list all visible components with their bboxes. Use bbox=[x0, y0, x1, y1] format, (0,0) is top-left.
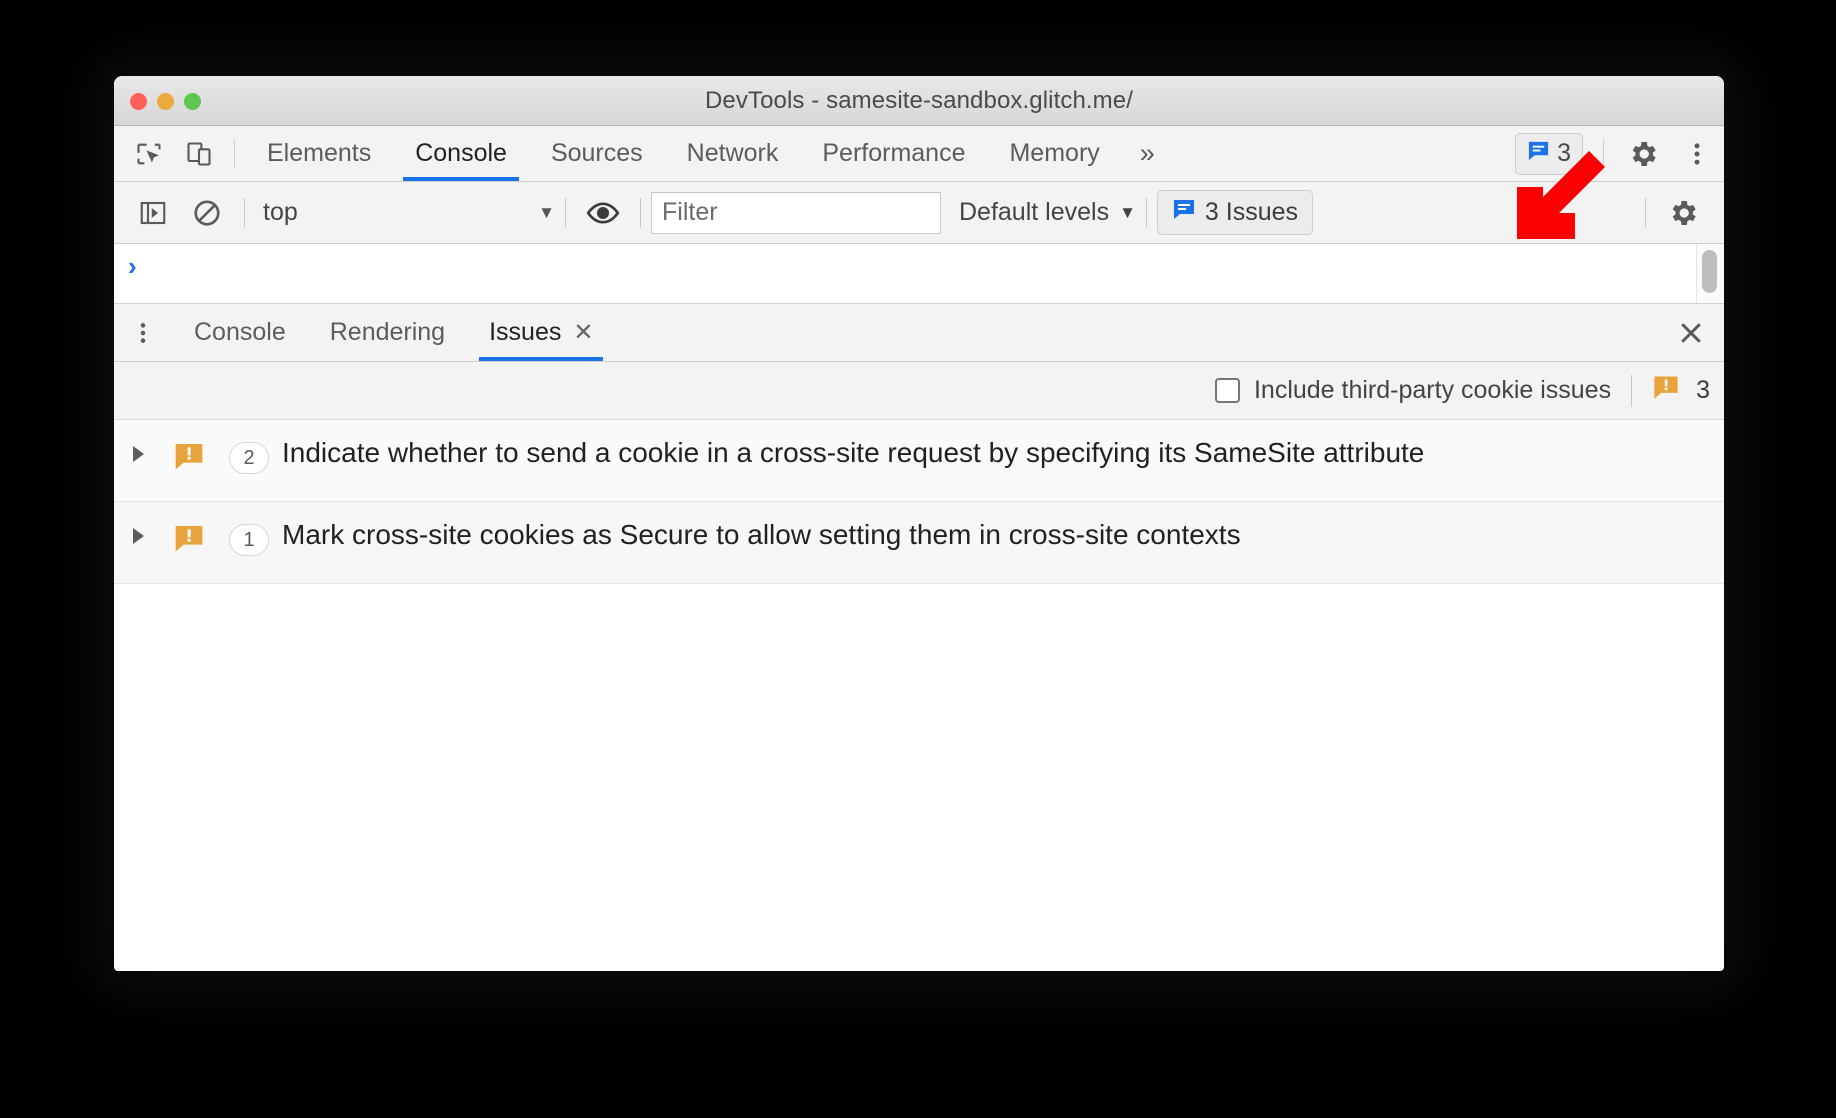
issue-bubble-icon bbox=[1527, 139, 1550, 169]
drawer-tab-rendering[interactable]: Rendering bbox=[308, 304, 467, 361]
devtools-window: DevTools - samesite-sandbox.glitch.me/ E… bbox=[114, 76, 1724, 971]
more-options-icon[interactable] bbox=[1670, 140, 1724, 168]
tabbar-divider bbox=[1603, 138, 1604, 169]
drawer-tabbar-spacer bbox=[615, 304, 1658, 361]
tab-label: Network bbox=[686, 139, 779, 167]
tab-label: Console bbox=[415, 139, 507, 167]
tabbar-spacer bbox=[1173, 126, 1515, 181]
third-party-cookie-checkbox[interactable] bbox=[1214, 378, 1240, 403]
console-toolbar-divider-4 bbox=[1145, 197, 1147, 228]
issue-warning-bubble-icon bbox=[162, 517, 216, 554]
drawer-tab-issues[interactable]: Issues ✕ bbox=[467, 304, 615, 361]
chevron-down-icon: ▼ bbox=[538, 202, 555, 222]
console-prompt-caret: › bbox=[128, 251, 137, 281]
console-toolbar-divider-2 bbox=[565, 197, 566, 228]
issues-count-value: 3 bbox=[1696, 376, 1710, 404]
issues-toolbar-divider bbox=[1631, 374, 1633, 407]
console-message-area[interactable]: › bbox=[114, 244, 1724, 304]
execution-context-value: top bbox=[263, 198, 298, 226]
tabbar-issues-count: 3 bbox=[1557, 139, 1571, 167]
minimize-window-button[interactable] bbox=[157, 92, 174, 110]
close-icon[interactable]: ✕ bbox=[573, 320, 593, 345]
console-scrollbar[interactable] bbox=[1696, 244, 1724, 303]
console-scrollbar-thumb[interactable] bbox=[1702, 250, 1717, 293]
console-toolbar-divider-3 bbox=[640, 197, 641, 228]
console-filter-input[interactable]: Filter bbox=[651, 191, 941, 234]
issues-empty-space bbox=[114, 584, 1724, 884]
issue-bubble-icon bbox=[1172, 197, 1196, 228]
drawer-tab-console[interactable]: Console bbox=[172, 304, 308, 361]
tab-sources[interactable]: Sources bbox=[529, 126, 665, 181]
tabbar-right-actions: 3 bbox=[1515, 126, 1724, 181]
window-titlebar: DevTools - samesite-sandbox.glitch.me/ bbox=[114, 76, 1724, 126]
tab-elements[interactable]: Elements bbox=[245, 126, 393, 181]
tabbar-issues-badge[interactable]: 3 bbox=[1515, 132, 1583, 175]
tab-console[interactable]: Console bbox=[393, 126, 529, 181]
issue-occurrence-count: 1 bbox=[216, 517, 282, 556]
zoom-window-button[interactable] bbox=[184, 92, 201, 110]
drawer-more-tools-icon[interactable] bbox=[114, 304, 172, 361]
console-toolbar-divider-5 bbox=[1645, 197, 1646, 228]
console-toolbar-divider bbox=[244, 197, 245, 228]
log-levels-dropdown[interactable]: Default levels ▼ bbox=[959, 198, 1136, 227]
issue-count-pill: 1 bbox=[229, 524, 269, 556]
issue-occurrence-count: 2 bbox=[216, 435, 282, 474]
device-toolbar-icon[interactable] bbox=[174, 126, 224, 181]
third-party-cookie-label: Include third-party cookie issues bbox=[1253, 376, 1612, 404]
tab-performance[interactable]: Performance bbox=[800, 126, 987, 181]
more-tabs-icon: » bbox=[1139, 138, 1155, 168]
tab-label: Elements bbox=[267, 139, 372, 167]
issue-row[interactable]: 2 Indicate whether to send a cookie in a… bbox=[114, 420, 1724, 502]
drawer-tab-label: Console bbox=[194, 318, 286, 346]
console-sidebar-icon[interactable] bbox=[126, 198, 180, 228]
close-drawer-icon[interactable] bbox=[1658, 304, 1724, 361]
issues-total-count: 3 bbox=[1652, 373, 1710, 408]
clear-console-icon[interactable] bbox=[180, 198, 234, 228]
screenshot-stage: DevTools - samesite-sandbox.glitch.me/ E… bbox=[0, 0, 1836, 1118]
issue-warning-bubble-icon bbox=[162, 435, 216, 472]
live-expression-eye-icon[interactable] bbox=[576, 196, 630, 230]
filter-placeholder: Filter bbox=[662, 198, 718, 226]
tab-label: Sources bbox=[550, 139, 643, 167]
drawer-tab-label: Issues bbox=[489, 318, 562, 346]
tab-label: Performance bbox=[822, 139, 966, 167]
issues-list: 2 Indicate whether to send a cookie in a… bbox=[114, 420, 1724, 884]
tab-label: Memory bbox=[1009, 139, 1100, 167]
console-issues-label: 3 Issues bbox=[1204, 198, 1299, 226]
window-traffic-lights[interactable] bbox=[130, 76, 201, 126]
close-window-button[interactable] bbox=[130, 92, 147, 110]
issue-title: Indicate whether to send a cookie in a c… bbox=[282, 437, 1425, 468]
gear-icon[interactable] bbox=[1616, 138, 1670, 170]
devtools-main-tabbar: Elements Console Sources Network Perform… bbox=[114, 126, 1724, 182]
console-settings-gear-icon[interactable] bbox=[1656, 197, 1710, 229]
issue-count-pill: 2 bbox=[229, 442, 269, 474]
issue-row[interactable]: 1 Mark cross-site cookies as Secure to a… bbox=[114, 502, 1724, 584]
window-title: DevTools - samesite-sandbox.glitch.me/ bbox=[705, 86, 1133, 114]
expand-issue-icon[interactable] bbox=[114, 517, 162, 544]
chevron-down-icon: ▼ bbox=[1119, 202, 1136, 222]
drawer-tabbar: Console Rendering Issues ✕ bbox=[114, 304, 1724, 362]
expand-issue-icon[interactable] bbox=[114, 435, 162, 462]
tab-memory[interactable]: Memory bbox=[987, 126, 1121, 181]
execution-context-selector[interactable]: top ▼ bbox=[255, 198, 555, 227]
panel-tabs: Elements Console Sources Network Perform… bbox=[245, 126, 1173, 181]
toolbar-divider bbox=[234, 139, 235, 168]
console-toolbar: top ▼ Filter Default levels ▼ 3 Issues bbox=[114, 182, 1724, 244]
more-tabs-button[interactable]: » bbox=[1122, 126, 1173, 181]
console-issues-button[interactable]: 3 Issues bbox=[1156, 190, 1314, 235]
issue-title: Mark cross-site cookies as Secure to all… bbox=[282, 519, 1241, 550]
issue-warning-bubble-icon bbox=[1652, 373, 1680, 408]
tab-network[interactable]: Network bbox=[665, 126, 801, 181]
issues-panel-toolbar: Include third-party cookie issues 3 bbox=[114, 362, 1724, 420]
drawer-tab-label: Rendering bbox=[329, 318, 446, 346]
inspect-element-icon[interactable] bbox=[124, 126, 174, 181]
third-party-cookie-checkbox-row[interactable]: Include third-party cookie issues bbox=[1214, 376, 1612, 405]
log-levels-label: Default levels bbox=[959, 198, 1110, 226]
